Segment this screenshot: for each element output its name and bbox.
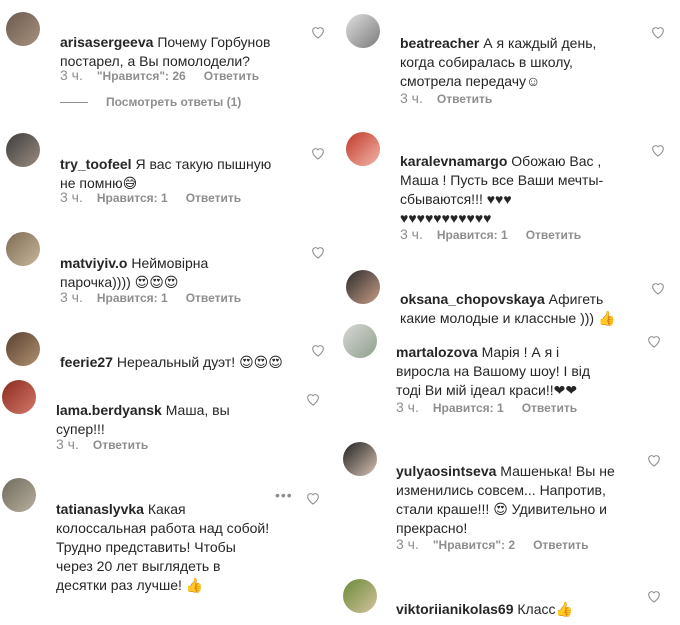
likes-count[interactable]: "Нравится": 26 — [97, 69, 186, 83]
like-heart-icon[interactable] — [310, 342, 326, 358]
avatar[interactable] — [2, 478, 36, 512]
like-heart-icon[interactable] — [305, 391, 321, 407]
like-heart-icon[interactable] — [310, 145, 326, 161]
like-heart-icon[interactable] — [310, 24, 326, 40]
like-heart-icon[interactable] — [646, 588, 662, 604]
comment-body: feerie27 Нереальный дуэт! 😍😍😍 — [60, 334, 310, 372]
comment-username[interactable]: matviyiv.o — [60, 255, 127, 271]
likes-count[interactable]: Нравится: 1 — [97, 291, 168, 305]
reply-button[interactable]: Ответить — [533, 538, 588, 552]
comment-meta: 3 ч. Ответить — [400, 90, 492, 106]
avatar[interactable] — [346, 132, 380, 166]
reply-button[interactable]: Ответить — [186, 291, 241, 305]
reply-button[interactable]: Ответить — [526, 228, 581, 242]
avatar[interactable] — [343, 324, 377, 358]
avatar[interactable] — [343, 442, 377, 476]
comment-username[interactable]: feerie27 — [60, 354, 113, 370]
comment-time: 3 ч. — [60, 67, 83, 83]
comment-meta: 3 ч. "Нравится": 26 Ответить — [60, 67, 259, 83]
comment-username[interactable]: martalozova — [396, 344, 478, 360]
comment-body: oksana_chopovskaya Афигеть какие молодые… — [400, 271, 670, 328]
comment-username[interactable]: oksana_chopovskaya — [400, 291, 545, 307]
comment-username[interactable]: karalevnamargo — [400, 153, 507, 169]
avatar[interactable] — [6, 332, 40, 366]
view-replies-button[interactable]: Посмотреть ответы (1) — [60, 95, 241, 109]
comment-username[interactable]: viktoriianikolas69 — [396, 601, 514, 617]
replies-line — [60, 102, 88, 104]
likes-count[interactable]: Нравится: 1 — [433, 401, 504, 415]
comment-body: matviyiv.o Неймовірна парочка)))) 😍😍😍 — [60, 235, 310, 292]
comment-body: martalozova Марія ! А я і виросла на Ваш… — [396, 324, 656, 400]
like-heart-icon[interactable] — [650, 24, 666, 40]
comment-body: karalevnamargo Обожаю Вас , Маша ! Пусть… — [400, 133, 650, 228]
comment-time: 3 ч. — [400, 90, 423, 106]
comment-time: 3 ч. — [396, 536, 419, 552]
comment-username[interactable]: yulyaosintseva — [396, 463, 496, 479]
comment-meta: 3 ч. Нравится: 1 Ответить — [400, 226, 581, 242]
comment-time: 3 ч. — [400, 226, 423, 242]
like-heart-icon[interactable] — [646, 333, 662, 349]
like-heart-icon[interactable] — [650, 142, 666, 158]
like-heart-icon[interactable] — [650, 280, 666, 296]
more-options-icon[interactable]: ••• — [275, 487, 293, 503]
comment-username[interactable]: try_toofeel — [60, 156, 132, 172]
comment-time: 3 ч. — [60, 189, 83, 205]
comment-username[interactable]: beatreacher — [400, 35, 479, 51]
avatar[interactable] — [2, 380, 36, 414]
comment-time: 3 ч. — [56, 436, 79, 452]
comment-time: 3 ч. — [60, 289, 83, 305]
reply-button[interactable]: Ответить — [522, 401, 577, 415]
comment-body: beatreacher А я каждый день, когда собир… — [400, 15, 650, 91]
comment-meta: 3 ч. Нравится: 1 Ответить — [60, 189, 241, 205]
comment-meta: 3 ч. Нравится: 1 Ответить — [60, 289, 241, 305]
comment-body: lama.berdyansk Маша, вы супер!!! — [56, 382, 306, 439]
like-heart-icon[interactable] — [646, 452, 662, 468]
comment-meta: 3 ч. "Нравится": 2 Ответить — [396, 536, 589, 552]
reply-button[interactable]: Ответить — [93, 438, 148, 452]
avatar[interactable] — [6, 12, 40, 46]
avatar[interactable] — [346, 270, 380, 304]
comment-meta: 3 ч. Ответить — [56, 436, 148, 452]
comment-username[interactable]: lama.berdyansk — [56, 402, 162, 418]
avatar[interactable] — [346, 14, 380, 48]
likes-count[interactable]: Нравится: 1 — [437, 228, 508, 242]
avatar[interactable] — [6, 133, 40, 167]
comment-text: Нереальный дуэт! 😍😍😍 — [116, 354, 283, 370]
reply-button[interactable]: Ответить — [204, 69, 259, 83]
avatar[interactable] — [343, 579, 377, 613]
comment-username[interactable]: arisasergeeva — [60, 34, 153, 50]
comment-username[interactable]: tatianaslyvka — [56, 501, 144, 517]
reply-button[interactable]: Ответить — [186, 191, 241, 205]
comment-body: yulyaosintseva Машенька! Вы не изменилис… — [396, 443, 656, 538]
comment-text: Класс👍 — [517, 601, 573, 617]
avatar[interactable] — [6, 232, 40, 266]
comment-body: arisasergeeva Почему Горбунов постарел, … — [60, 14, 310, 71]
comment-body: try_toofeel Я вас такую пышную не помню😅 — [60, 136, 310, 193]
comment-time: 3 ч. — [396, 399, 419, 415]
comment-body: tatianaslyvka Какая колоссальная работа … — [56, 481, 296, 595]
like-heart-icon[interactable] — [310, 244, 326, 260]
view-replies-label: Посмотреть ответы (1) — [106, 95, 242, 109]
comment-body: viktoriianikolas69 Класс👍 — [396, 581, 646, 619]
reply-button[interactable]: Ответить — [437, 92, 492, 106]
likes-count[interactable]: "Нравится": 2 — [433, 538, 515, 552]
like-heart-icon[interactable] — [305, 490, 321, 506]
comment-meta: 3 ч. Нравится: 1 Ответить — [396, 399, 577, 415]
likes-count[interactable]: Нравится: 1 — [97, 191, 168, 205]
